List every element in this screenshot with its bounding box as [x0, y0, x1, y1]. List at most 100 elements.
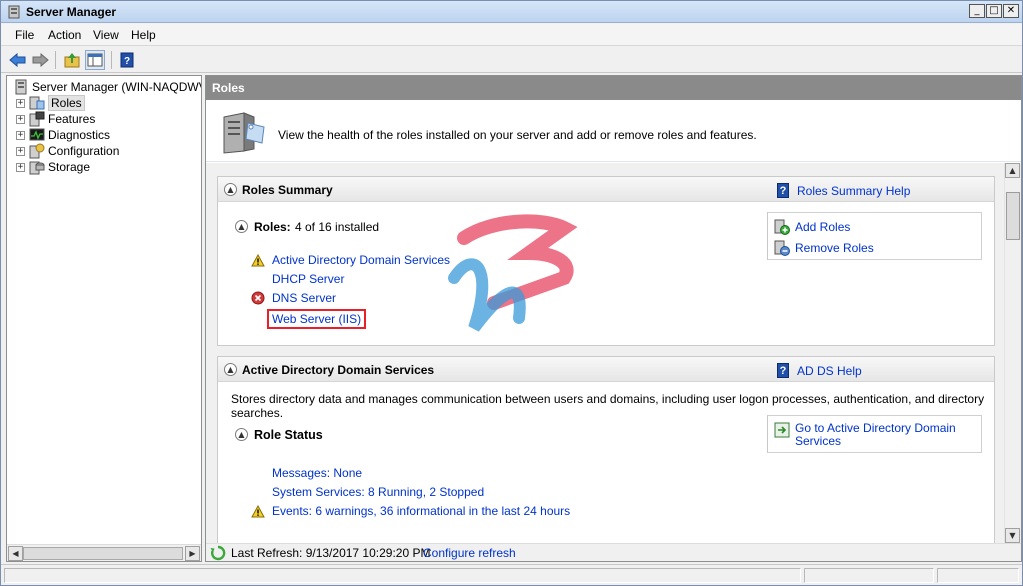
tree-item-storage[interactable]: + Storage	[16, 159, 90, 175]
show-hide-console-tree-button[interactable]	[85, 50, 105, 70]
role-item-dhcp[interactable]: DHCP Server	[251, 272, 344, 286]
collapse-roles-summary-button[interactable]: ▲	[224, 183, 237, 196]
adds-actions-box: Go to Active Directory Domain Services	[767, 415, 982, 453]
adds-section: ▲ Active Directory Domain Services ? AD …	[217, 356, 995, 543]
back-button[interactable]	[8, 50, 28, 70]
tree-horizontal-scrollbar[interactable]: ◀ ▶	[7, 544, 201, 561]
events-link[interactable]: Events: 6 warnings, 36 informational in …	[272, 504, 570, 518]
expand-icon[interactable]: +	[16, 162, 25, 172]
goto-adds-link[interactable]: Go to Active Directory Domain Services	[774, 422, 956, 448]
add-roles-link[interactable]: Add Roles	[774, 219, 850, 235]
roles-summary-title: Roles Summary	[242, 183, 333, 197]
tree-item-label: Storage	[48, 160, 91, 174]
roles-summary-help-link[interactable]: ? Roles Summary Help	[777, 183, 910, 198]
content-vertical-scrollbar[interactable]: ▲ ▼	[1004, 163, 1021, 543]
warning-icon	[251, 253, 265, 267]
minimize-button[interactable]: _	[969, 4, 985, 18]
menu-help[interactable]: Help	[131, 28, 156, 42]
status-bar	[1, 564, 1022, 585]
system-services-link[interactable]: System Services: 8 Running, 2 Stopped	[272, 485, 484, 499]
toolbar: ?	[1, 47, 1022, 73]
adds-help-link[interactable]: ? AD DS Help	[777, 363, 862, 378]
help-book-icon: ?	[777, 183, 789, 198]
refresh-status-line: Last Refresh: 9/13/2017 10:29:20 PM Conf…	[206, 543, 1021, 561]
tree-item-diagnostics[interactable]: + Diagnostics	[16, 127, 110, 143]
tree-item-roles[interactable]: + Roles	[16, 95, 85, 111]
remove-roles-icon	[774, 240, 790, 256]
scroll-up-arrow[interactable]: ▲	[1005, 163, 1020, 178]
refresh-icon[interactable]	[210, 545, 226, 561]
toolbar-separator	[111, 51, 112, 69]
menu-action[interactable]: Action	[48, 28, 81, 42]
system-services-status[interactable]: System Services: 8 Running, 2 Stopped	[251, 485, 484, 499]
role-link[interactable]: DHCP Server	[272, 272, 344, 286]
tree-item-label: Diagnostics	[48, 128, 111, 142]
svg-text:?: ?	[124, 56, 130, 67]
configuration-icon	[29, 143, 45, 159]
maximize-button[interactable]: □	[986, 4, 1002, 18]
roles-description: View the health of the roles installed o…	[278, 128, 757, 142]
tree-item-label: Features	[48, 112, 96, 126]
scroll-right-arrow[interactable]: ▶	[185, 546, 200, 561]
tree-root-label: Server Manager (WIN-NAQDWVCIV	[32, 80, 201, 94]
role-link-highlighted[interactable]: Web Server (IIS)	[267, 309, 367, 329]
menu-bar: File Action View Help	[1, 24, 1022, 46]
server-manager-window: Server Manager _ □ ✕ File Action View He…	[0, 0, 1023, 586]
collapse-role-status-button[interactable]: ▲	[235, 428, 248, 441]
tree-root-server-manager[interactable]: Server Manager (WIN-NAQDWVCIV	[13, 79, 201, 95]
add-roles-icon	[774, 219, 790, 235]
roles-summary-help-text: Roles Summary Help	[797, 183, 911, 198]
server-manager-icon	[13, 79, 29, 95]
help-toolbar-button[interactable]: ?	[117, 50, 137, 70]
features-icon	[29, 111, 45, 127]
title-bar[interactable]: Server Manager _ □ ✕	[1, 1, 1022, 23]
collapse-adds-button[interactable]: ▲	[224, 363, 237, 376]
tree-item-features[interactable]: + Features	[16, 111, 95, 127]
roles-banner: View the health of the roles installed o…	[206, 100, 1021, 162]
role-item-dns[interactable]: DNS Server	[251, 291, 336, 305]
adds-help-text: AD DS Help	[797, 363, 862, 378]
role-link[interactable]: DNS Server	[272, 291, 336, 305]
menu-view[interactable]: View	[93, 28, 119, 42]
messages-link[interactable]: Messages: None	[272, 466, 362, 480]
remove-roles-link[interactable]: Remove Roles	[774, 240, 874, 256]
scroll-thumb[interactable]	[23, 547, 183, 560]
configure-refresh-link[interactable]: Configure refresh	[423, 546, 516, 560]
role-item-web-server[interactable]: Web Server (IIS)	[251, 309, 367, 329]
roles-label: Roles:	[254, 220, 291, 234]
role-link[interactable]: Active Directory Domain Services	[272, 253, 450, 267]
roles-summary-section: ▲ Roles Summary ? Roles Summary Help ▲ R…	[217, 176, 995, 346]
menu-file[interactable]: File	[15, 28, 34, 42]
storage-icon	[29, 159, 45, 175]
expand-icon[interactable]: +	[16, 146, 25, 156]
server-roles-icon	[223, 112, 265, 154]
status-cell	[937, 568, 1019, 583]
collapse-roles-button[interactable]: ▲	[235, 220, 248, 233]
up-level-button[interactable]	[62, 50, 82, 70]
role-status-title: Role Status	[254, 428, 323, 442]
goto-adds-icon	[774, 422, 790, 438]
console-tree: Server Manager (WIN-NAQDWVCIV + Roles + …	[6, 75, 202, 562]
expand-icon[interactable]: +	[16, 98, 25, 108]
tree-item-configuration[interactable]: + Configuration	[16, 143, 119, 159]
role-item-adds[interactable]: Active Directory Domain Services	[251, 253, 450, 267]
last-refresh-text: Last Refresh: 9/13/2017 10:29:20 PM	[231, 546, 431, 560]
status-cell	[4, 568, 801, 583]
scroll-down-arrow[interactable]: ▼	[1005, 528, 1020, 543]
expand-icon[interactable]: +	[16, 114, 25, 124]
toolbar-separator	[55, 51, 56, 69]
scroll-thumb[interactable]	[1006, 192, 1020, 240]
add-roles-text: Add Roles	[795, 220, 851, 234]
roles-icon	[29, 95, 45, 111]
back-arrow-icon	[9, 53, 26, 67]
tree-item-label: Roles	[48, 95, 85, 111]
forward-button[interactable]	[30, 50, 50, 70]
close-button[interactable]: ✕	[1003, 4, 1019, 18]
events-status[interactable]: Events: 6 warnings, 36 informational in …	[251, 504, 570, 518]
adds-header: ▲ Active Directory Domain Services ? AD …	[218, 357, 994, 382]
messages-status[interactable]: Messages: None	[251, 466, 362, 480]
expand-icon[interactable]: +	[16, 130, 25, 140]
folder-up-icon	[64, 53, 80, 68]
scroll-left-arrow[interactable]: ◀	[8, 546, 23, 561]
roles-actions-box: Add Roles Remove Roles	[767, 212, 982, 260]
